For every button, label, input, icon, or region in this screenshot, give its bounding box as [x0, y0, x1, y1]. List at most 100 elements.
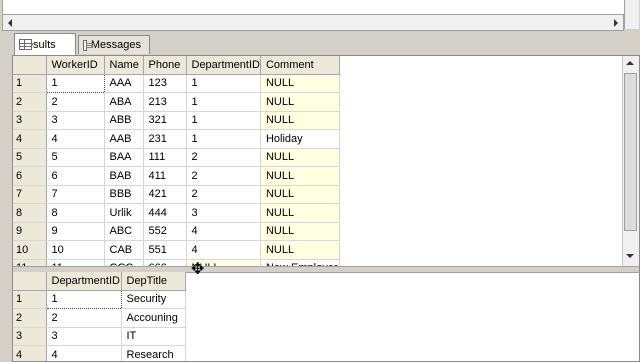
- table-row[interactable]: 33IT: [13, 327, 185, 346]
- row-number[interactable]: 2: [13, 93, 46, 112]
- table-row[interactable]: 99ABC5524NULL: [13, 222, 339, 241]
- row-number[interactable]: 10: [13, 241, 46, 260]
- tab-messages[interactable]: Messages: [78, 35, 150, 54]
- scroll-up-button[interactable]: [623, 56, 638, 72]
- table-cell[interactable]: 8: [46, 204, 104, 223]
- table-cell[interactable]: 10: [46, 241, 104, 260]
- table-cell[interactable]: ABA: [104, 93, 143, 112]
- query-editor[interactable]: [2, 0, 626, 15]
- table-cell[interactable]: 111: [143, 148, 186, 167]
- table-cell[interactable]: 2: [186, 167, 260, 186]
- table-cell[interactable]: 1: [46, 290, 121, 309]
- column-header[interactable]: DepartmentID: [186, 56, 260, 74]
- table-row[interactable]: 11AAA1231NULL: [13, 74, 339, 93]
- table-cell[interactable]: NULL: [260, 204, 339, 223]
- table-cell[interactable]: Holiday: [260, 130, 339, 149]
- row-number[interactable]: 3: [13, 327, 46, 346]
- table-cell[interactable]: IT: [121, 327, 185, 346]
- table-cell[interactable]: BBB: [104, 185, 143, 204]
- table-cell[interactable]: 2: [46, 309, 121, 328]
- row-number[interactable]: 11: [13, 259, 46, 266]
- table-row[interactable]: 1010CAB5514NULL: [13, 241, 339, 260]
- table-cell[interactable]: 1: [46, 74, 104, 93]
- table-cell[interactable]: NULL: [260, 167, 339, 186]
- table-cell[interactable]: Security: [121, 290, 185, 309]
- table-cell[interactable]: Accouning: [121, 309, 185, 328]
- table-cell[interactable]: ABC: [104, 222, 143, 241]
- editor-horizontal-scrollbar[interactable]: [2, 14, 624, 31]
- table-cell[interactable]: ABB: [104, 111, 143, 130]
- results-vertical-scrollbar[interactable]: [622, 56, 639, 266]
- row-number[interactable]: 5: [13, 148, 46, 167]
- table-cell[interactable]: New Employer: [260, 259, 339, 266]
- column-header[interactable]: WorkerID: [46, 56, 104, 74]
- table-row[interactable]: 22ABA2131NULL: [13, 93, 339, 112]
- grid-corner[interactable]: [13, 56, 46, 74]
- table-cell[interactable]: Urlik: [104, 204, 143, 223]
- table-cell[interactable]: 411: [143, 167, 186, 186]
- table-cell[interactable]: BAB: [104, 167, 143, 186]
- table-cell[interactable]: 3: [46, 111, 104, 130]
- table-cell[interactable]: 4: [186, 222, 260, 241]
- table-cell[interactable]: NULL: [260, 111, 339, 130]
- row-number[interactable]: 8: [13, 204, 46, 223]
- table-cell[interactable]: 421: [143, 185, 186, 204]
- table-row[interactable]: 77BBB4212NULL: [13, 185, 339, 204]
- table-cell[interactable]: 552: [143, 222, 186, 241]
- table-row[interactable]: 66BAB4112NULL: [13, 167, 339, 186]
- table-cell[interactable]: 9: [46, 222, 104, 241]
- table-cell[interactable]: 2: [186, 185, 260, 204]
- table-cell[interactable]: 6: [46, 167, 104, 186]
- row-number[interactable]: 1: [13, 74, 46, 93]
- column-header[interactable]: Name: [104, 56, 143, 74]
- table-cell[interactable]: 123: [143, 74, 186, 93]
- table-cell[interactable]: NULL: [260, 185, 339, 204]
- table-cell[interactable]: 11: [46, 259, 104, 266]
- table-cell[interactable]: NULL: [260, 74, 339, 93]
- table-cell[interactable]: 3: [186, 204, 260, 223]
- table-cell[interactable]: AAB: [104, 130, 143, 149]
- scroll-thumb[interactable]: [624, 73, 637, 231]
- table-row[interactable]: 11Security: [13, 290, 185, 309]
- table-cell[interactable]: 1: [186, 74, 260, 93]
- table-cell[interactable]: NULL: [260, 93, 339, 112]
- table-cell[interactable]: 213: [143, 93, 186, 112]
- table-cell[interactable]: 551: [143, 241, 186, 260]
- scroll-right-button[interactable]: [608, 15, 623, 30]
- table-cell[interactable]: 4: [186, 241, 260, 260]
- grid-corner[interactable]: [13, 272, 46, 290]
- table-cell[interactable]: CAB: [104, 241, 143, 260]
- table-cell[interactable]: 1: [186, 111, 260, 130]
- table-row[interactable]: 33ABB3211NULL: [13, 111, 339, 130]
- editor-vertical-scrollbar[interactable]: [624, 0, 639, 29]
- row-number[interactable]: 7: [13, 185, 46, 204]
- row-number[interactable]: 6: [13, 167, 46, 186]
- table-cell[interactable]: 4: [46, 130, 104, 149]
- table-cell[interactable]: 321: [143, 111, 186, 130]
- row-number[interactable]: 9: [13, 222, 46, 241]
- table-cell[interactable]: 2: [46, 93, 104, 112]
- scroll-left-button[interactable]: [3, 15, 18, 30]
- table-cell[interactable]: 1: [186, 93, 260, 112]
- table-cell[interactable]: NULL: [260, 148, 339, 167]
- tab-results[interactable]: Results: [14, 33, 76, 55]
- table-row[interactable]: 44AAB2311Holiday: [13, 130, 339, 149]
- table-cell[interactable]: 7: [46, 185, 104, 204]
- column-header[interactable]: DepTitle: [121, 272, 185, 290]
- table-cell[interactable]: 1: [186, 130, 260, 149]
- table-cell[interactable]: AAA: [104, 74, 143, 93]
- row-number[interactable]: 4: [13, 130, 46, 149]
- column-header[interactable]: Comment: [260, 56, 339, 74]
- table-row[interactable]: 55BAA1112NULL: [13, 148, 339, 167]
- row-number[interactable]: 1: [13, 290, 46, 309]
- table-cell[interactable]: BAA: [104, 148, 143, 167]
- table-cell[interactable]: NULL: [260, 241, 339, 260]
- table-cell[interactable]: NULL: [260, 222, 339, 241]
- table-cell[interactable]: 3: [46, 327, 121, 346]
- table-cell[interactable]: CCC: [104, 259, 143, 266]
- row-number[interactable]: 3: [13, 111, 46, 130]
- table-cell[interactable]: 444: [143, 204, 186, 223]
- column-header[interactable]: DepartmentID: [46, 272, 121, 290]
- table-cell[interactable]: 5: [46, 148, 104, 167]
- table-cell[interactable]: 2: [186, 148, 260, 167]
